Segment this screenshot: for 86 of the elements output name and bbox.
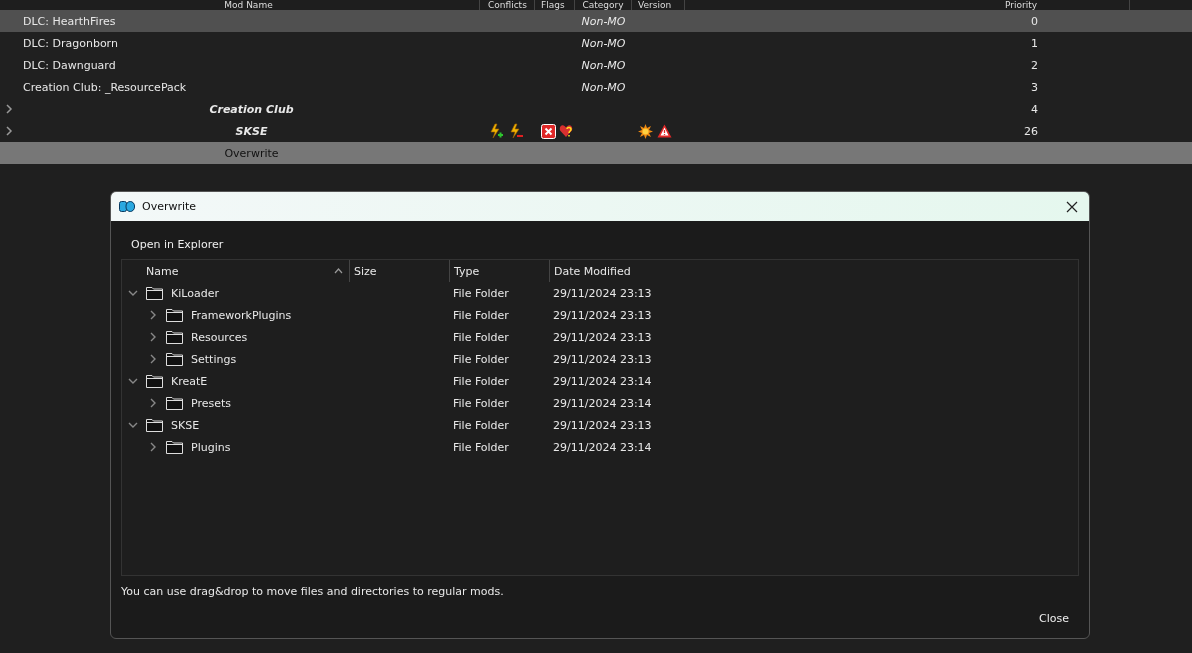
chevron-icon[interactable] bbox=[148, 442, 158, 452]
column-header[interactable]: Size bbox=[350, 260, 450, 282]
mod-name: DLC: HearthFires bbox=[23, 14, 116, 28]
type-cell: File Folder bbox=[453, 330, 509, 344]
tree-row[interactable]: KiLoader File Folder 29/11/2024 23:13 bbox=[122, 282, 1078, 304]
folder-icon bbox=[146, 418, 163, 432]
folder-icon bbox=[146, 286, 163, 300]
column-header[interactable]: Date Modified bbox=[550, 260, 750, 282]
date-cell: 29/11/2024 23:13 bbox=[553, 308, 652, 322]
type-cell: File Folder bbox=[453, 396, 509, 410]
chevron-icon[interactable] bbox=[148, 354, 158, 364]
date-cell: 29/11/2024 23:14 bbox=[553, 440, 652, 454]
date-cell: 29/11/2024 23:14 bbox=[553, 396, 652, 410]
folder-name: Plugins bbox=[191, 440, 231, 454]
folder-name: FrameworkPlugins bbox=[191, 308, 292, 322]
tree-row[interactable]: SKSE File Folder 29/11/2024 23:13 bbox=[122, 414, 1078, 436]
priority-value: 1 bbox=[1031, 36, 1038, 50]
folder-icon bbox=[166, 396, 183, 410]
priority-value: 0 bbox=[1031, 14, 1038, 28]
lightning-icon bbox=[508, 123, 524, 139]
tree-row[interactable]: Settings File Folder 29/11/2024 23:13 bbox=[122, 348, 1078, 370]
folder-name: Presets bbox=[191, 396, 232, 410]
date-cell: 29/11/2024 23:13 bbox=[553, 352, 652, 366]
tree-row[interactable]: FrameworkPlugins File Folder 29/11/2024 23:13 bbox=[122, 304, 1078, 326]
chevron-icon[interactable] bbox=[148, 310, 158, 320]
priority-value: 2 bbox=[1031, 58, 1038, 72]
date-cell: 29/11/2024 23:14 bbox=[553, 374, 652, 388]
open-in-explorer-button[interactable]: Open in Explorer bbox=[121, 234, 234, 255]
folder-icon bbox=[146, 374, 163, 388]
column-header[interactable]: Type bbox=[450, 260, 550, 282]
chevron-icon[interactable] bbox=[128, 376, 138, 386]
folder-name: KiLoader bbox=[171, 286, 219, 300]
tree-row[interactable]: KreatE File Folder 29/11/2024 23:14 bbox=[122, 370, 1078, 392]
date-cell: 29/11/2024 23:13 bbox=[553, 418, 652, 432]
mod-row[interactable]: DLC: HearthFires Non-MO 0 bbox=[0, 10, 1192, 32]
mod-name: Creation Club bbox=[208, 102, 295, 116]
hint-text: You can use drag&drop to move files and directories to regular mods. bbox=[121, 585, 505, 598]
folder-icon bbox=[166, 440, 183, 454]
lightning-icon bbox=[488, 123, 504, 139]
type-cell: File Folder bbox=[453, 418, 509, 432]
chevron-icon[interactable] bbox=[5, 126, 13, 136]
folder-name: SKSE bbox=[171, 418, 200, 432]
category-label: Non-MO bbox=[581, 14, 626, 28]
tree-row[interactable]: Plugins File Folder 29/11/2024 23:14 bbox=[122, 436, 1078, 458]
type-cell: File Folder bbox=[453, 374, 509, 388]
mod-name: SKSE bbox=[234, 124, 269, 138]
mod-name: DLC: Dragonborn bbox=[23, 36, 118, 50]
folder-name: KreatE bbox=[171, 374, 208, 388]
folder-icon bbox=[166, 308, 183, 322]
column-header[interactable]: Name bbox=[122, 260, 350, 282]
category-label: Non-MO bbox=[581, 80, 626, 94]
category-label: Non-MO bbox=[581, 36, 626, 50]
folder-icon bbox=[166, 352, 183, 366]
type-cell: File Folder bbox=[453, 352, 509, 366]
close-icon[interactable] bbox=[1066, 200, 1078, 213]
tree-row[interactable]: Presets File Folder 29/11/2024 23:14 bbox=[122, 392, 1078, 414]
priority-value: 26 bbox=[1024, 124, 1038, 138]
folder-name: Resources bbox=[191, 330, 248, 344]
type-cell: File Folder bbox=[453, 308, 509, 322]
chevron-icon[interactable] bbox=[128, 288, 138, 298]
sort-up-icon bbox=[334, 268, 343, 274]
mod-name: Overwrite bbox=[223, 146, 280, 160]
type-cell: File Folder bbox=[453, 440, 509, 454]
heart-question-icon bbox=[559, 123, 574, 139]
category-label: Non-MO bbox=[581, 58, 626, 72]
priority-value: 3 bbox=[1031, 80, 1038, 94]
folder-icon bbox=[166, 330, 183, 344]
app-icon bbox=[119, 201, 135, 212]
warning-icon bbox=[657, 123, 672, 138]
mod-name: DLC: Dawnguard bbox=[23, 58, 116, 72]
date-cell: 29/11/2024 23:13 bbox=[553, 286, 652, 300]
overwrite-row[interactable]: Overwrite bbox=[0, 142, 1192, 164]
type-cell: File Folder bbox=[453, 286, 509, 300]
tree-row[interactable]: Resources File Folder 29/11/2024 23:13 bbox=[122, 326, 1078, 348]
mod-name: Creation Club: _ResourcePack bbox=[23, 80, 187, 94]
chevron-icon[interactable] bbox=[5, 104, 13, 114]
chevron-icon[interactable] bbox=[148, 332, 158, 342]
chevron-icon[interactable] bbox=[148, 398, 158, 408]
window-title: Overwrite bbox=[142, 200, 197, 213]
date-cell: 29/11/2024 23:13 bbox=[553, 330, 652, 344]
error-icon bbox=[541, 123, 556, 139]
burst-icon bbox=[638, 123, 653, 139]
priority-value: 4 bbox=[1031, 102, 1038, 116]
close-button[interactable]: Close bbox=[1029, 608, 1079, 629]
folder-name: Settings bbox=[191, 352, 237, 366]
chevron-icon[interactable] bbox=[128, 420, 138, 430]
